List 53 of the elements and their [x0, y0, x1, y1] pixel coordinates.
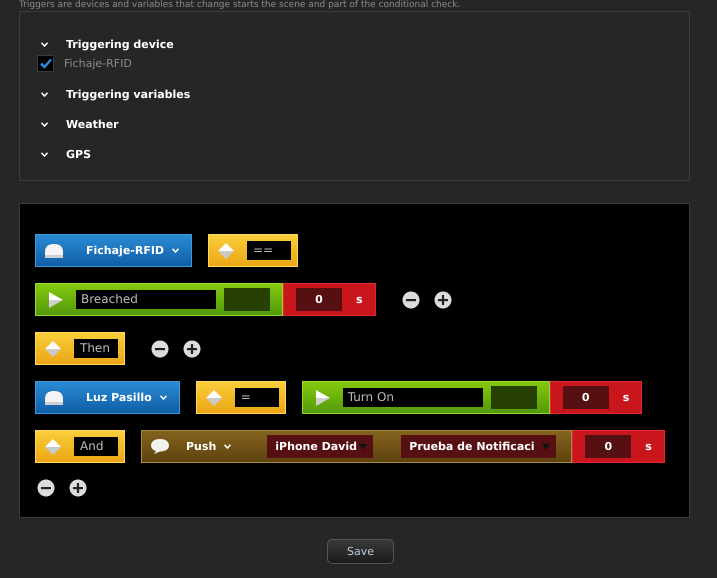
save-button[interactable]: Save [327, 539, 394, 564]
unit-label: s [622, 391, 630, 404]
chevron-down-icon [172, 248, 180, 253]
unit-label: s [645, 440, 652, 453]
delay-field[interactable]: 0 [562, 386, 609, 409]
dome-icon [44, 390, 64, 406]
remove-button[interactable] [37, 479, 55, 497]
device-dropdown[interactable]: Fichaje-RFID [35, 234, 192, 267]
add-button[interactable] [69, 479, 87, 497]
push-dropdown[interactable]: Push [186, 440, 250, 453]
chevron-down-icon[interactable] [41, 92, 48, 96]
operator-field[interactable]: Then [74, 339, 118, 358]
select-field[interactable]: Prueba de Notificaci [401, 435, 556, 458]
color-swatch [490, 386, 537, 409]
diamond-icon [217, 242, 236, 260]
play-icon [314, 388, 331, 406]
chevron-down-icon [160, 395, 167, 400]
remove-button[interactable] [151, 340, 169, 358]
color-swatch [224, 288, 270, 311]
diamond-icon [204, 388, 223, 406]
dropdown-arrow-icon [359, 444, 368, 450]
trigger-heading[interactable]: Weather [66, 118, 119, 130]
chevron-down-icon [224, 444, 232, 449]
operator-field[interactable]: == [247, 241, 292, 260]
chevron-down-icon[interactable] [41, 42, 48, 46]
play-icon [48, 290, 64, 308]
select-value: Prueba de Notificaci [409, 440, 535, 453]
diamond-icon [44, 340, 62, 358]
dropdown-arrow-icon [542, 444, 550, 450]
select-value: iPhone David [275, 440, 357, 453]
option-label: Fichaje-RFID [64, 56, 132, 70]
chevron-down-icon[interactable] [41, 152, 48, 156]
description-text: Triggers are devices and variables that change starts the scene and part of the conditional check. [19, 0, 462, 11]
trigger-heading[interactable]: Triggering variables [66, 88, 190, 100]
chevron-down-icon[interactable] [41, 122, 48, 126]
state-field[interactable]: Breached [76, 290, 216, 309]
operator-field[interactable]: = [234, 388, 279, 407]
select-field[interactable]: iPhone David [267, 435, 374, 458]
trigger-heading[interactable]: GPS [66, 148, 92, 160]
operator-field[interactable]: And [74, 437, 118, 456]
unit-label: s [356, 293, 363, 306]
diamond-icon [44, 438, 62, 456]
delay-field[interactable]: 0 [585, 435, 632, 458]
trigger-heading[interactable]: Triggering device [66, 38, 174, 50]
dome-icon [44, 242, 64, 258]
device-dropdown[interactable]: Luz Pasillo [35, 381, 180, 414]
delay-field[interactable]: 0 [296, 288, 342, 311]
speech-bubble-icon [150, 438, 170, 455]
add-button[interactable] [183, 340, 201, 358]
checkbox[interactable] [37, 54, 54, 72]
add-button[interactable] [434, 290, 452, 308]
remove-button[interactable] [402, 290, 420, 308]
state-field[interactable]: Turn On [342, 388, 483, 407]
